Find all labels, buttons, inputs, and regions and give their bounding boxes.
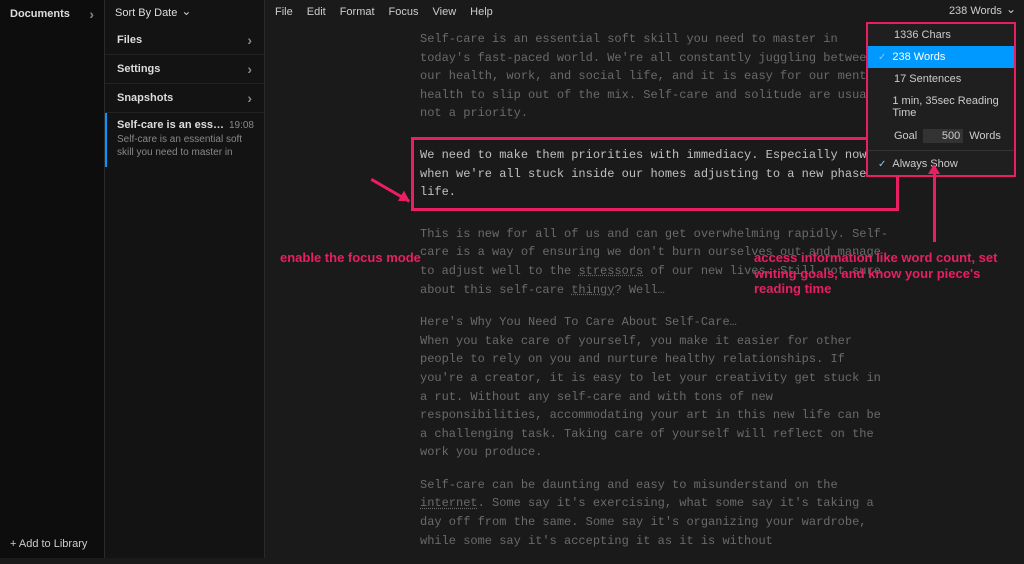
menu-view[interactable]: View: [433, 6, 457, 18]
editor[interactable]: Self-care is an essential soft skill you…: [420, 30, 890, 564]
spell-underline[interactable]: thingy: [571, 283, 614, 297]
check-icon: ✓: [878, 52, 886, 63]
goal-input[interactable]: [923, 129, 963, 143]
chevron-down-icon: [181, 6, 191, 20]
word-count-label: 238 Words: [949, 5, 1002, 17]
sort-by-button[interactable]: Sort By Date: [105, 0, 264, 26]
section-files[interactable]: Files: [105, 26, 264, 55]
document-title: Self-care is an essential sof…: [117, 119, 227, 131]
section-label: Settings: [117, 63, 160, 75]
left-rail: Documents + Add to Library: [0, 0, 105, 558]
stats-sentences[interactable]: 17 Sentences: [868, 68, 1014, 90]
annotation-arrow-icon: [933, 172, 936, 242]
word-count-button[interactable]: 238 Words: [949, 4, 1016, 18]
stats-panel: 1336 Chars ✓ 238 Words 17 Sentences 1 mi…: [866, 22, 1016, 177]
documents-title: Documents: [10, 8, 70, 20]
chevron-right-icon: [247, 90, 252, 106]
annotation-stats: access information like word count, set …: [754, 250, 1014, 297]
paragraph: Here's Why You Need To Care About Self-C…: [420, 313, 890, 462]
spell-underline[interactable]: internet: [420, 496, 478, 510]
paragraph: Self-care can be daunting and easy to mi…: [420, 476, 890, 550]
left-rail-header: Documents: [0, 0, 104, 28]
section-label: Snapshots: [117, 92, 173, 104]
separator: [868, 150, 1014, 151]
spell-underline[interactable]: stressors: [578, 264, 643, 278]
stats-goal-row: Goal Words: [868, 124, 1014, 148]
check-icon: ✓: [878, 159, 886, 170]
menu-focus[interactable]: Focus: [389, 6, 419, 18]
menu-edit[interactable]: Edit: [307, 6, 326, 18]
chevron-right-icon: [247, 32, 252, 48]
sidebar: Sort By Date Files Settings Snapshots Se…: [105, 0, 265, 558]
document-time: 19:08: [229, 120, 254, 131]
stats-words[interactable]: ✓ 238 Words: [868, 46, 1014, 68]
section-label: Files: [117, 34, 142, 46]
menu-format[interactable]: Format: [340, 6, 375, 18]
goal-label: Goal: [894, 130, 917, 142]
focused-paragraph: We need to make them priorities with imm…: [411, 137, 899, 211]
goal-unit: Words: [969, 130, 1001, 142]
document-item[interactable]: Self-care is an essential sof… 19:08 Sel…: [105, 113, 264, 167]
document-preview: Self-care is an essential soft skill you…: [117, 133, 254, 159]
menu-file[interactable]: File: [275, 6, 293, 18]
section-settings[interactable]: Settings: [105, 55, 264, 84]
stats-chars[interactable]: 1336 Chars: [868, 24, 1014, 46]
menu-help[interactable]: Help: [470, 6, 493, 18]
add-library-button[interactable]: + Add to Library: [10, 538, 87, 550]
section-snapshots[interactable]: Snapshots: [105, 84, 264, 113]
chevron-right-icon[interactable]: [89, 6, 94, 22]
menu-bar: File Edit Format Focus View Help: [265, 0, 503, 24]
chevron-right-icon: [247, 61, 252, 77]
annotation-focus: enable the focus mode: [280, 250, 421, 266]
paragraph: Self-care is an essential soft skill you…: [420, 30, 890, 123]
chevron-down-icon: [1006, 4, 1016, 18]
stats-reading-time[interactable]: 1 min, 35sec Reading Time: [868, 90, 1014, 124]
stats-always-show[interactable]: ✓ Always Show: [868, 153, 1014, 175]
sort-label: Sort By Date: [115, 7, 177, 19]
